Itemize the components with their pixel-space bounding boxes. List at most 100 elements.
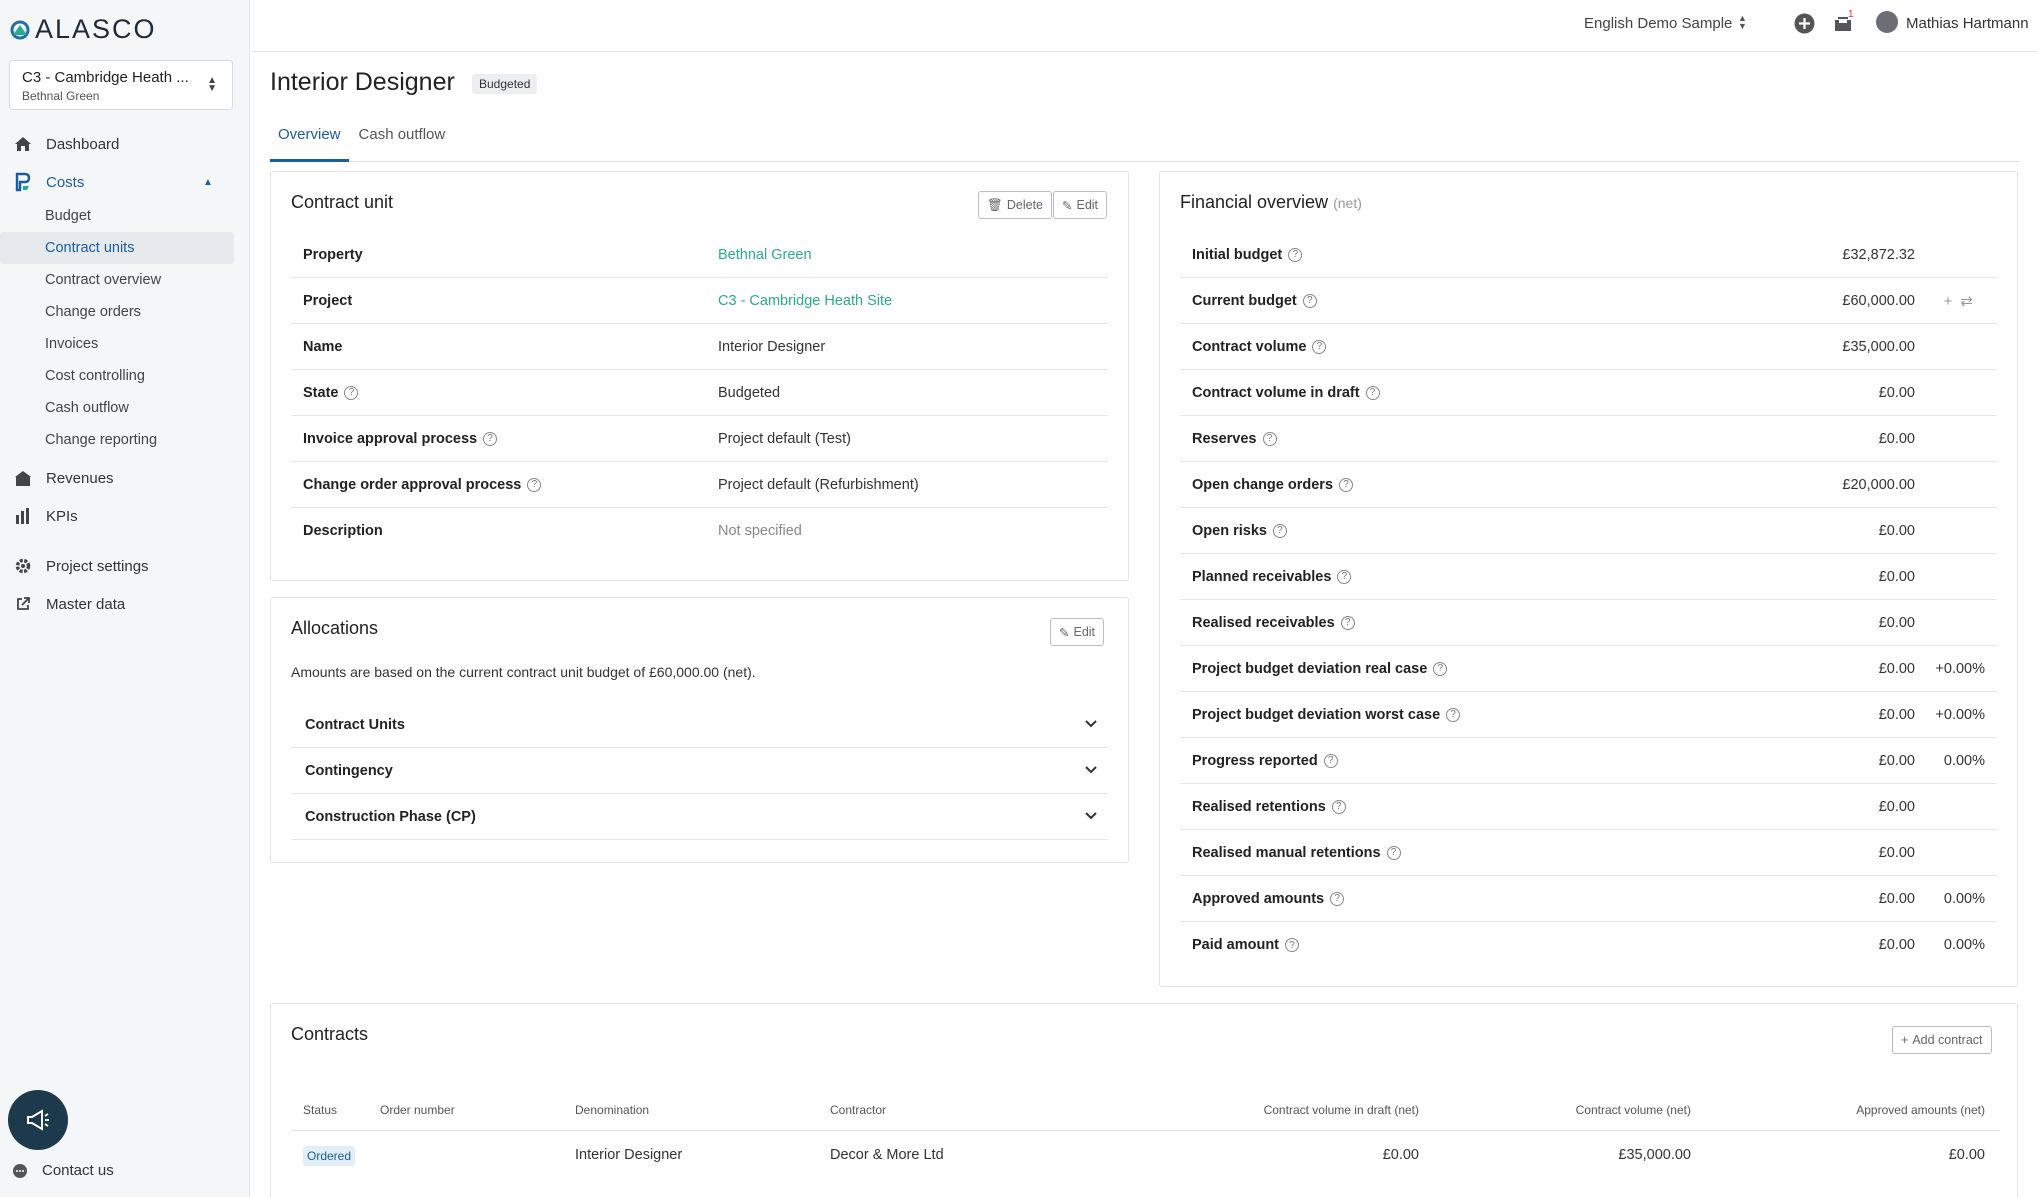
financial-row-label-text: Open risks [1192,522,1267,539]
financial-overview-card: Financial overview (net) Initial budget?… [1159,171,2018,987]
announcements-button[interactable] [8,1090,68,1150]
project-link[interactable]: C3 - Cambridge Heath Site [718,293,892,309]
financial-row-amount: £0.00 [1878,614,1915,631]
accordion-contingency[interactable]: Contingency [291,748,1108,794]
financial-row-percent: +0.00% [1935,660,1985,677]
info-row-state: State? Budgeted [291,370,1108,416]
contract-unit-title: Contract unit [291,192,394,212]
help-icon[interactable]: ? [1312,339,1327,354]
sidebar-item-change-reporting[interactable]: Change reporting [0,424,234,456]
help-icon[interactable]: ? [1339,477,1354,492]
user-name[interactable]: Mathias Hartmann [1906,15,2029,32]
financial-row-percent: 0.00% [1943,937,1985,953]
home-icon [12,133,34,155]
tab-overview[interactable]: Overview [270,116,349,162]
sidebar-item-dashboard[interactable]: Dashboard [0,126,250,162]
financial-row-amount: £0.00 [1878,937,1915,953]
column-header-denomination[interactable]: Denomination [575,1103,649,1117]
financial-row-label-text: Current budget [1192,292,1297,309]
financial-row: Open change orders? £20,000.00 [1180,462,1997,508]
financial-row-label-text: Contract volume [1192,338,1307,355]
sidebar-item-invoices[interactable]: Invoices [0,328,234,360]
costs-submenu: Budget Contract units Contract overview … [0,200,250,456]
cell-contractor[interactable]: Decor & More Ltd [830,1147,944,1163]
financial-row-label-text: Approved amounts [1192,890,1325,907]
project-selector[interactable]: C3 - Cambridge Heath ... Bethnal Green ▲… [9,60,233,110]
page-title: Interior Designer [270,68,455,96]
column-header-volume-draft[interactable]: Contract volume in draft (net) [1264,1103,1419,1117]
help-icon[interactable]: ? [1433,661,1448,676]
financial-row-amount: £0.00 [1878,752,1915,769]
sidebar-item-budget[interactable]: Budget [0,200,234,232]
sidebar-item-cost-controlling[interactable]: Cost controlling [0,360,234,392]
status-badge: Budgeted [472,74,538,94]
help-icon[interactable]: ? [1272,523,1287,538]
sort-arrows-icon: ▲ ▼ [207,75,217,94]
edit-button[interactable]: ✎ Edit [1053,191,1108,219]
avatar[interactable] [1876,11,1898,33]
sidebar-item-revenues[interactable]: Revenues [0,460,250,496]
transfer-icon[interactable]: ⇄ [1960,293,1981,310]
row-label-text: State [303,384,339,401]
add-contract-label: Add contract [1912,1033,1983,1047]
financial-row-amount: £0.00 [1878,384,1915,401]
column-header-approved[interactable]: Approved amounts (net) [1856,1103,1985,1117]
financial-row-label-text: Planned receivables [1192,568,1332,585]
help-icon[interactable]: ? [1331,799,1346,814]
add-budget-icon[interactable]: + [1944,293,1961,310]
sidebar-item-label: Dashboard [46,135,120,153]
help-icon[interactable]: ? [483,431,498,446]
accordion-label: Construction Phase (CP) [305,808,476,825]
edit-allocations-button[interactable]: ✎ Edit [1050,618,1105,646]
financial-row: Paid amount? £0.00 0.00% [1180,922,1997,968]
sidebar-item-cash-outflow[interactable]: Cash outflow [0,392,234,424]
help-icon[interactable]: ? [1323,753,1338,768]
help-icon[interactable]: ? [1365,385,1380,400]
column-header-volume[interactable]: Contract volume (net) [1576,1103,1691,1117]
help-icon[interactable]: ? [1262,431,1277,446]
accordion-contract-units[interactable]: Contract Units [291,702,1108,748]
column-header-order-number[interactable]: Order number [380,1103,455,1117]
sidebar-item-kpis[interactable]: KPIs [0,498,250,534]
column-header-status[interactable]: Status [303,1103,337,1117]
info-row-description: Description Not specified [291,508,1108,554]
sidebar-item-contract-overview[interactable]: Contract overview [0,264,234,296]
contact-us-link[interactable]: Contact us [12,1162,114,1179]
financial-row-amount: £0.00 [1878,430,1915,447]
sidebar-item-costs[interactable]: Costs ▲ [0,164,250,200]
row-value: Project default (Refurbishment) [718,476,919,493]
help-icon[interactable]: ? [344,385,359,400]
help-icon[interactable]: ? [1302,293,1317,308]
sidebar-item-contract-units[interactable]: Contract units [0,232,234,264]
column-header-contractor[interactable]: Contractor [830,1103,886,1117]
accordion-construction-phase[interactable]: Construction Phase (CP) [291,794,1108,840]
row-label-text: Change order approval process [303,476,522,493]
sort-arrows-icon: ▲ ▼ [1738,13,1747,31]
organization-selector[interactable]: English Demo Sample [1584,15,1732,32]
add-circle-icon[interactable] [1794,13,1815,39]
delete-button[interactable]: 🗑 Delete [978,191,1053,219]
help-icon[interactable]: ? [527,477,542,492]
sidebar-item-master-data[interactable]: Master data [0,586,250,622]
financial-row-label: Current budget? [1180,293,1730,309]
sidebar-item-change-orders[interactable]: Change orders [0,296,234,328]
cell-denomination[interactable]: Interior Designer [575,1147,682,1163]
brand-logo[interactable]: ALASCO [9,14,157,45]
add-contract-button[interactable]: + Add contract [1892,1026,1992,1054]
sidebar-item-project-settings[interactable]: Project settings [0,548,250,584]
plus-icon: + [1901,1033,1909,1047]
help-icon[interactable]: ? [1337,569,1352,584]
info-row-project: Project C3 - Cambridge Heath Site [291,278,1108,324]
financial-overview-title: Financial overview (net) [1180,192,1362,213]
property-link[interactable]: Bethnal Green [718,247,812,263]
help-icon[interactable]: ? [1288,247,1303,262]
row-label: Change order approval process? [291,477,718,493]
financial-row-label-text: Project budget deviation worst case [1192,706,1441,723]
help-icon[interactable]: ? [1446,707,1461,722]
help-icon[interactable]: ? [1330,891,1345,906]
help-icon[interactable]: ? [1386,845,1401,860]
help-icon[interactable]: ? [1340,615,1355,630]
tab-cash-outflow[interactable]: Cash outflow [351,116,454,162]
pencil-icon: ✎ [1059,625,1070,640]
help-icon[interactable]: ? [1285,938,1300,952]
